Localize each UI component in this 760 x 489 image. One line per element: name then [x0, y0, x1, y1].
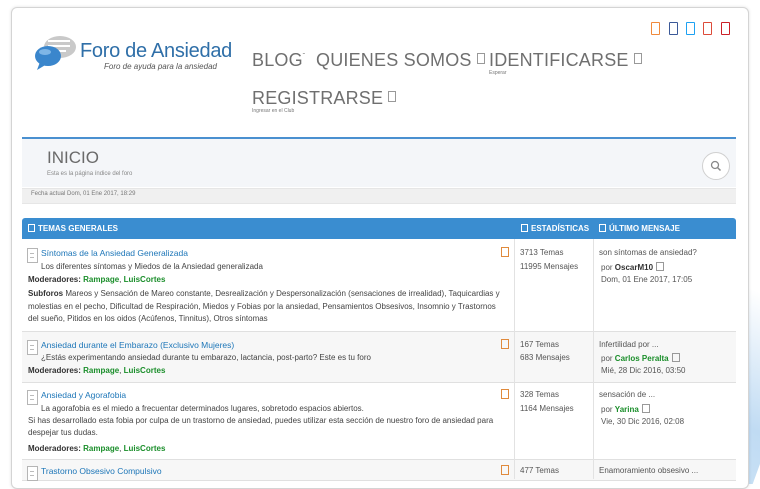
forum-feed-icon[interactable]	[501, 339, 509, 349]
moderator-link[interactable]: Rampage	[83, 444, 119, 453]
view-latest-post-icon[interactable]	[656, 262, 665, 271]
topic-count: 328 Temas	[520, 390, 559, 399]
last-post-author: por Carlos Peralta	[601, 353, 680, 363]
header-ultimo-mensaje: ÚLTIMO MENSAJE	[599, 224, 680, 233]
moderator-link[interactable]: Rampage	[83, 275, 119, 284]
forum-feed-icon[interactable]	[501, 389, 509, 399]
forum-description: ¿Estás experimentando ansiedad durante t…	[41, 353, 371, 362]
post-count: 11995 Mensajes	[520, 262, 579, 271]
forum-category-icon	[28, 224, 35, 232]
register-icon	[388, 91, 397, 102]
column-divider	[514, 239, 515, 479]
breadcrumb-bar	[22, 139, 736, 187]
facebook-icon[interactable]	[669, 22, 678, 35]
google-plus-icon[interactable]	[703, 22, 712, 35]
topic-count: 167 Temas	[520, 340, 559, 349]
last-post-icon	[599, 224, 606, 232]
header-temas-generales[interactable]: TEMAS GENERALES	[28, 224, 118, 233]
moderator-link[interactable]: LuisCortes	[124, 444, 166, 453]
forum-read-icon[interactable]	[27, 340, 38, 355]
nav-registrarse[interactable]: REGISTRARSE	[252, 88, 397, 109]
forum-moderators: Moderadores: Rampage, LuisCortes	[28, 366, 166, 375]
page-title: INICIO	[47, 148, 99, 167]
last-post-title[interactable]: sensación de ...	[599, 390, 655, 399]
post-count: 683 Mensajes	[520, 353, 570, 362]
stats-icon	[521, 224, 528, 232]
nav-registrarse-sub: Ingresar en el Club	[252, 108, 295, 114]
search-icon	[710, 160, 722, 172]
blog-marker-icon: ˜	[302, 54, 306, 60]
moderator-link[interactable]: LuisCortes	[124, 275, 166, 284]
rss-icon[interactable]	[651, 22, 660, 35]
page-icon	[476, 53, 485, 64]
last-post-user-link[interactable]: OscarM10	[615, 263, 653, 272]
last-post-title[interactable]: Infertilidad por ...	[599, 340, 659, 349]
page-subtitle: Esta es la página índice del foro	[47, 171, 133, 177]
last-post-date: Vie, 30 Dic 2016, 02:08	[601, 417, 685, 426]
last-post-user-link[interactable]: Yarina	[615, 405, 639, 414]
site-header	[22, 14, 736, 138]
post-count: 1164 Mensajes	[520, 404, 574, 413]
nav-quienes-somos[interactable]: QUIENES SOMOS	[316, 50, 485, 71]
last-post-title[interactable]: son síntomas de ansiedad?	[599, 248, 697, 257]
last-post-date: Mié, 28 Dic 2016, 03:50	[601, 366, 686, 375]
forum-read-icon[interactable]	[27, 248, 38, 263]
forum-read-icon[interactable]	[27, 390, 38, 405]
logo-title[interactable]: Foro de Ansiedad	[80, 40, 232, 63]
forum-description: La agorafobia es el miedo a frecuentar d…	[41, 404, 364, 413]
forum-title-link[interactable]: Ansiedad y Agorafobia	[41, 390, 126, 400]
speech-bubbles-logo-icon[interactable]	[34, 34, 78, 72]
forum-title-link[interactable]: Ansiedad durante el Embarazo (Exclusivo …	[41, 340, 234, 350]
last-post-user-link[interactable]: Carlos Peralta	[615, 354, 669, 363]
login-icon	[633, 53, 642, 64]
pinterest-icon[interactable]	[721, 22, 730, 35]
moderator-link[interactable]: Rampage	[83, 366, 119, 375]
view-latest-post-icon[interactable]	[671, 353, 680, 362]
view-latest-post-icon[interactable]	[641, 404, 650, 413]
forum-description-extra: Si has desarrollado esta fobia por culpa…	[28, 416, 494, 437]
last-post-author: por OscarM10	[601, 262, 665, 272]
forum-moderators: Moderadores: Rampage, LuisCortes	[28, 275, 166, 284]
forum-feed-icon[interactable]	[501, 247, 509, 257]
nav-identificarse[interactable]: IDENTIFICARSE	[489, 50, 642, 71]
search-button[interactable]	[702, 152, 730, 180]
subforums-list[interactable]: Subforos Mareos y Sensación de Mareo con…	[28, 288, 506, 326]
last-post-date: Dom, 01 Ene 2017, 17:05	[601, 275, 693, 284]
forum-description: Los diferentes síntomas y Miedos de la A…	[41, 262, 263, 271]
topic-count: 3713 Temas	[520, 248, 564, 257]
header-estadisticas: ESTADÍSTICAS	[521, 224, 589, 233]
forum-title-link[interactable]: Trastorno Obsesivo Compulsivo	[41, 466, 162, 476]
forum-title-link[interactable]: Síntomas de la Ansiedad Generalizada	[41, 248, 188, 258]
column-divider	[593, 239, 594, 479]
moderator-link[interactable]: LuisCortes	[124, 366, 166, 375]
logo-subtitle: Foro de ayuda para la ansiedad	[104, 62, 217, 71]
last-post-author: por Yarina	[601, 404, 650, 414]
nav-blog[interactable]: BLOG˜	[252, 50, 305, 71]
forum-moderators: Moderadores: Rampage, LuisCortes	[28, 444, 166, 453]
twitter-icon[interactable]	[686, 22, 695, 35]
nav-identificarse-sub: Esperar	[489, 70, 507, 76]
current-date: Fecha actual Dom, 01 Ene 2017, 18:29	[31, 191, 136, 197]
